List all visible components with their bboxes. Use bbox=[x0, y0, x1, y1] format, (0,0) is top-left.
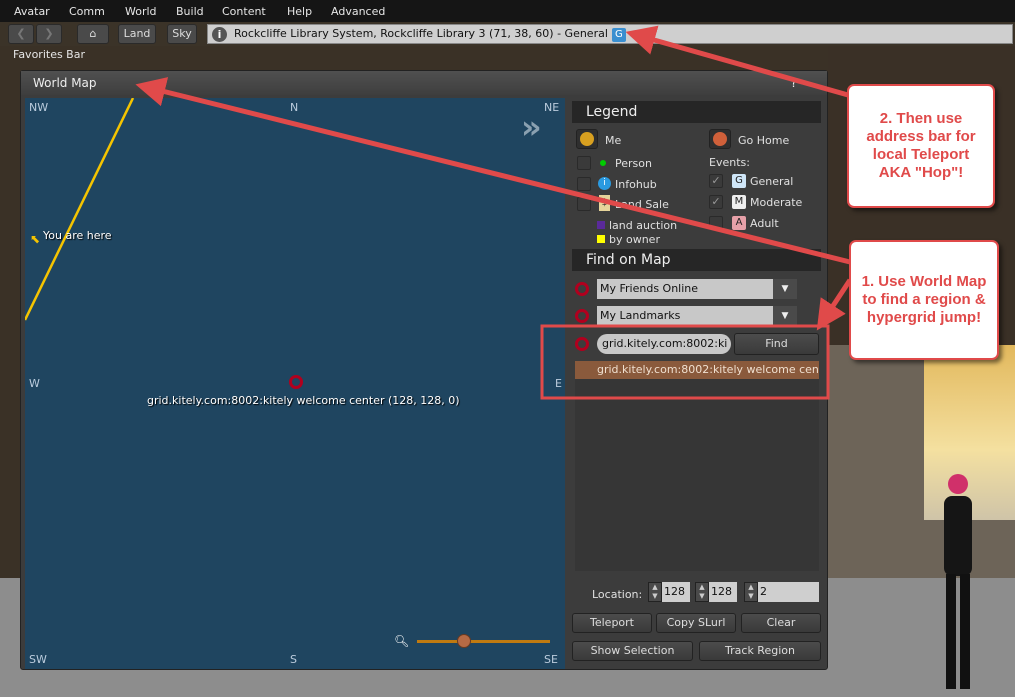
callout-step-1: 1. Use World Map to find a region & hype… bbox=[849, 240, 999, 360]
highlight-box bbox=[540, 324, 830, 400]
callout-step-2: 2. Then use address bar for local Telepo… bbox=[847, 84, 995, 208]
arrow-to-world-map bbox=[135, 77, 851, 265]
arrow-to-address-bar bbox=[625, 25, 849, 98]
arrow-to-find-panel bbox=[816, 278, 853, 331]
